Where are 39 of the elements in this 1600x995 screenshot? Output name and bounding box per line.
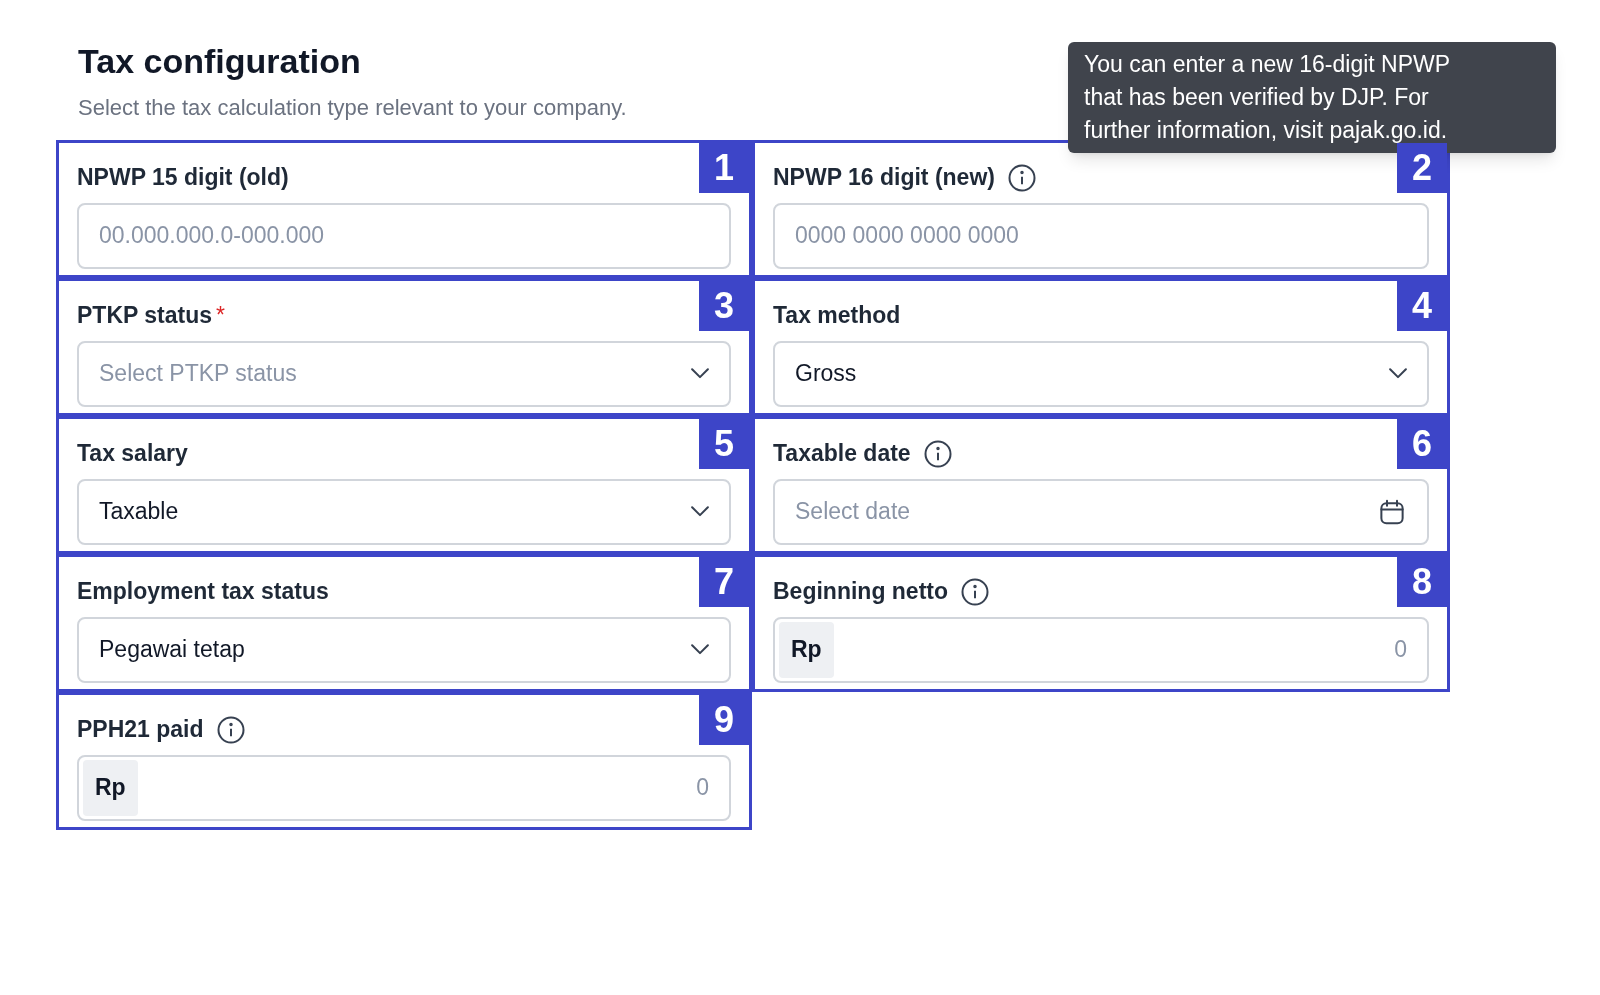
field-label: PPH21 paid [77, 715, 204, 745]
page-subtitle: Select the tax calculation type relevant to your company. [78, 93, 627, 122]
tooltip: You can enter a new 16-digit NPWP that has been verified by DJP. For further information, visit pajak.go.id. [1068, 42, 1556, 153]
annotation-number: 7 [699, 556, 749, 607]
info-icon[interactable] [922, 438, 953, 469]
select-field[interactable]: Taxable [77, 478, 731, 545]
field-label: PTKP status [77, 301, 213, 331]
required-mark: * [216, 301, 225, 331]
info-icon[interactable] [215, 714, 246, 745]
currency-prefix: Rp [83, 759, 138, 816]
annotation-number: 5 [699, 418, 749, 469]
currency-field[interactable]: Rp 0 [77, 754, 731, 821]
annotation-number: 3 [699, 280, 749, 331]
text-field[interactable]: 0000 0000 0000 0000 [773, 202, 1429, 269]
field-label: Tax method [773, 301, 901, 331]
field-label: Employment tax status [77, 577, 329, 607]
field-label: NPWP 15 digit (old) [77, 163, 289, 193]
info-icon[interactable] [1006, 162, 1037, 193]
annotation-number: 6 [1397, 418, 1447, 469]
annotation-number: 2 [1397, 142, 1447, 193]
chevron-down-icon [1389, 368, 1407, 379]
select-field[interactable]: Gross [773, 340, 1429, 407]
annotation-number: 9 [699, 694, 749, 745]
field-label: NPWP 16 digit (new) [773, 163, 995, 193]
annotation-number: 4 [1397, 280, 1447, 331]
field-label: Tax salary [77, 439, 188, 469]
currency-prefix: Rp [779, 621, 834, 678]
field-label: Taxable date [773, 439, 911, 469]
info-icon[interactable] [960, 576, 991, 607]
text-field[interactable]: 00.000.000.0-000.000 [77, 202, 731, 269]
chevron-down-icon [691, 368, 709, 379]
annotation-number: 8 [1397, 556, 1447, 607]
chevron-down-icon [691, 644, 709, 655]
select-field[interactable]: Pegawai tetap [77, 616, 731, 683]
chevron-down-icon [691, 506, 709, 517]
field-label: Beginning netto [773, 577, 949, 607]
page-title: Tax configuration [78, 41, 361, 82]
annotation-number: 1 [699, 142, 749, 193]
currency-field[interactable]: Rp 0 [773, 616, 1429, 683]
